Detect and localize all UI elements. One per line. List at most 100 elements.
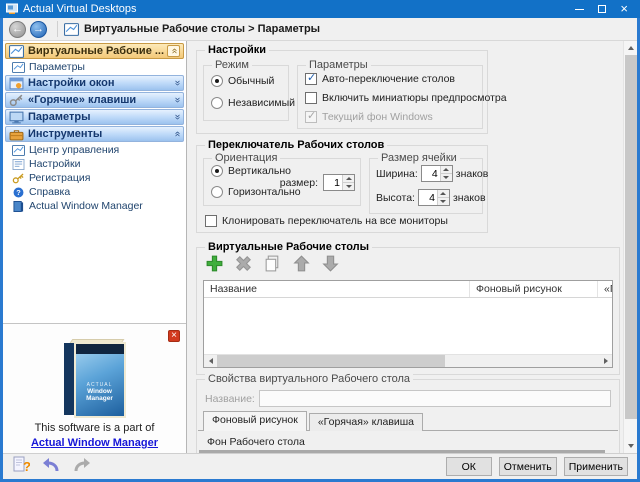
- scroll-right-button[interactable]: [599, 355, 612, 367]
- sidebar-section-window-settings[interactable]: Настройки окон »: [5, 75, 184, 91]
- column-header-wallpaper[interactable]: Фоновый рисунок: [470, 281, 598, 297]
- desktops-list: Название Фоновый рисунок «Горяч: [203, 280, 613, 368]
- scroll-down-button[interactable]: [624, 439, 637, 453]
- tab-hotkey[interactable]: «Горячая» клавиша: [309, 413, 423, 431]
- radio-dot: [211, 186, 223, 198]
- sidebar-tree: Виртуальные Рабочие ... « Параметры: [3, 41, 186, 324]
- ok-button[interactable]: ОК: [446, 457, 492, 476]
- column-header-name[interactable]: Название: [204, 281, 470, 297]
- delete-x-icon: [234, 254, 253, 273]
- spinner-down-button[interactable]: [343, 182, 354, 190]
- sidebar-section-hotkeys[interactable]: «Горячие» клавиши »: [5, 92, 184, 108]
- arrow-up-icon: [292, 254, 311, 273]
- size-spinner[interactable]: [323, 174, 355, 191]
- checkbox-current-wallpaper[interactable]: Текущий фон Windows: [305, 111, 433, 123]
- width-spinner[interactable]: [421, 165, 453, 182]
- spinner-up-button[interactable]: [438, 190, 449, 197]
- radio-normal-mode[interactable]: Обычный: [211, 75, 274, 87]
- promo-panel: × ACTUAL Window Manager This software is…: [3, 324, 186, 453]
- checkbox-box: [305, 73, 317, 85]
- horizontal-scroll-track[interactable]: [445, 355, 599, 367]
- chevron-up-icon: «: [172, 131, 182, 137]
- scroll-left-button[interactable]: [204, 355, 217, 367]
- hotkeys-key-icon: [9, 94, 24, 107]
- redo-arrow-icon: [72, 457, 92, 473]
- sidebar-item-help[interactable]: ? Справка: [3, 185, 186, 199]
- sidebar-item-parametry-vd[interactable]: Параметры: [3, 60, 186, 74]
- svg-text:?: ?: [23, 459, 30, 474]
- control-center-icon: [12, 145, 25, 156]
- delete-desktop-button[interactable]: [234, 254, 253, 273]
- cancel-button[interactable]: Отменить: [499, 457, 557, 476]
- forward-button[interactable]: →: [30, 21, 47, 38]
- add-desktop-button[interactable]: [205, 254, 224, 273]
- radio-independent-mode[interactable]: Независимый: [211, 97, 295, 109]
- collapse-button[interactable]: «: [167, 45, 180, 57]
- tab-wallpaper[interactable]: Фоновый рисунок: [203, 411, 307, 431]
- spinner-down-button[interactable]: [441, 173, 452, 181]
- spinner-up-button[interactable]: [441, 166, 452, 173]
- background-selector-bar[interactable]: [199, 450, 605, 453]
- move-down-button[interactable]: [321, 254, 340, 273]
- radio-dot: [211, 97, 223, 109]
- checkbox-clone-switcher[interactable]: Клонировать переключатель на все монитор…: [205, 215, 448, 227]
- titlebar: Actual Virtual Desktops ×: [0, 0, 640, 18]
- main-panel: Настройки Режим Обычный Независимый Пара…: [187, 41, 637, 453]
- width-input[interactable]: [422, 166, 440, 181]
- params-group: Параметры Авто-переключение столов Включ…: [297, 65, 483, 129]
- scroll-up-button[interactable]: [624, 41, 637, 55]
- sidebar-item-actual-window-manager[interactable]: Actual Window Manager: [3, 199, 186, 213]
- sidebar-item-settings[interactable]: Настройки: [3, 157, 186, 171]
- awm-box-icon: [12, 201, 25, 212]
- checkbox-box: [205, 215, 217, 227]
- page-icon: [12, 62, 25, 73]
- help-button[interactable]: ?: [12, 456, 30, 477]
- height-spinner[interactable]: [418, 189, 450, 206]
- virtual-desktops-icon: [9, 45, 24, 58]
- maximize-button[interactable]: [598, 5, 606, 13]
- vertical-scroll-thumb[interactable]: [625, 55, 637, 419]
- close-button[interactable]: ×: [620, 4, 628, 14]
- size-input[interactable]: [324, 175, 342, 190]
- checkbox-box: [305, 111, 317, 123]
- spinner-up-button[interactable]: [343, 175, 354, 182]
- product-box-image: ACTUAL Window Manager: [64, 342, 126, 418]
- horizontal-scroll-thumb[interactable]: [217, 355, 445, 367]
- move-up-button[interactable]: [292, 254, 311, 273]
- copy-icon: [263, 254, 282, 273]
- back-button[interactable]: ←: [9, 21, 26, 38]
- help-icon: ?: [12, 187, 25, 198]
- sidebar-section-options[interactable]: Параметры »: [5, 109, 184, 125]
- copy-desktop-button[interactable]: [263, 254, 282, 273]
- options-monitor-icon: [9, 111, 24, 124]
- undo-button[interactable]: [41, 457, 61, 476]
- spinner-down-button[interactable]: [438, 197, 449, 205]
- orientation-group: Ориентация Вертикально Горизонтально раз…: [203, 158, 361, 206]
- desktop-name-input[interactable]: [259, 390, 611, 407]
- minimize-button[interactable]: [575, 9, 584, 10]
- breadcrumb-page-icon: [64, 23, 79, 36]
- settings-group: Настройки Режим Обычный Независимый Пара…: [196, 50, 488, 134]
- apply-button[interactable]: Применить: [564, 457, 628, 476]
- promo-link[interactable]: Actual Window Manager: [31, 437, 158, 449]
- properties-tabs: Фоновый рисунок «Горячая» клавиша: [203, 411, 425, 431]
- desktops-list-body[interactable]: [204, 298, 612, 354]
- redo-button[interactable]: [72, 457, 92, 476]
- sidebar-item-registration[interactable]: Регистрация: [3, 171, 186, 185]
- sidebar-item-control-center[interactable]: Центр управления: [3, 143, 186, 157]
- height-field: Высота: знаков: [376, 189, 486, 206]
- column-header-hotkey[interactable]: «Горяч: [598, 281, 612, 297]
- desktops-toolbar: [205, 254, 340, 273]
- app-icon: [6, 3, 18, 15]
- sidebar-section-virtual-desktops[interactable]: Виртуальные Рабочие ... «: [5, 43, 184, 59]
- list-horizontal-scrollbar: [204, 354, 612, 367]
- switcher-group-title: Переключатель Рабочих столов: [205, 139, 387, 151]
- promo-close-button[interactable]: ×: [168, 330, 180, 342]
- checkbox-thumbnails[interactable]: Включить миниатюры предпросмотра: [305, 92, 507, 104]
- toolbar-separator: [57, 21, 58, 37]
- sidebar: Виртуальные Рабочие ... « Параметры: [3, 41, 187, 453]
- chevron-down-icon: »: [172, 114, 182, 120]
- sidebar-section-tools[interactable]: Инструменты «: [5, 126, 184, 142]
- height-input[interactable]: [419, 190, 437, 205]
- checkbox-auto-switch[interactable]: Авто-переключение столов: [305, 73, 455, 85]
